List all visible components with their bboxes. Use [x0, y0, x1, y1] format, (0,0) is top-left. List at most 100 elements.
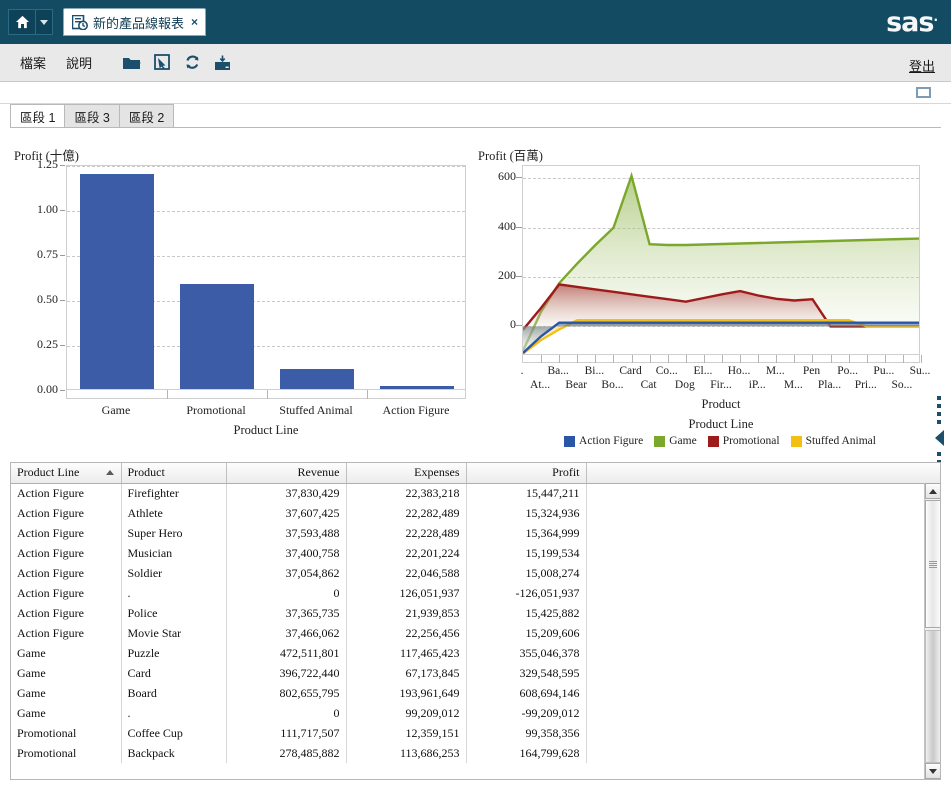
document-tab[interactable]: 新的產品線報表 × [63, 8, 206, 36]
table-header-revenue[interactable]: Revenue [226, 463, 346, 483]
table-row[interactable]: Action FigureMovie Star37,466,06222,256,… [11, 623, 940, 643]
table-row[interactable]: Action FigureSuper Hero37,593,48822,228,… [11, 523, 940, 543]
table-vertical-scrollbar[interactable] [924, 483, 940, 779]
restore-window-icon[interactable] [916, 87, 931, 98]
table-cell-product-line: Action Figure [11, 583, 121, 603]
home-icon [15, 15, 30, 29]
table-row[interactable]: Game.099,209,012-99,209,012 [11, 703, 940, 723]
table-cell-expenses: 113,686,253 [346, 743, 466, 763]
table-row[interactable]: GameCard396,722,44067,173,845329,548,595 [11, 663, 940, 683]
open-folder-button[interactable] [122, 55, 141, 71]
table-cell-profit: -99,209,012 [466, 703, 586, 723]
legend-item-promotional[interactable]: Promotional [708, 435, 780, 447]
table-cell-expenses: 12,359,151 [346, 723, 466, 743]
bar-game[interactable] [80, 174, 154, 389]
bar-chart-x-axis [66, 390, 466, 399]
chevron-down-icon [40, 20, 48, 25]
area-chart-y-axis-title: Profit (百萬) [478, 145, 543, 164]
menu-file[interactable]: 檔案 [20, 53, 46, 72]
collapse-panel-arrow-icon[interactable] [935, 430, 944, 446]
table-cell-product-line: Game [11, 683, 121, 703]
select-arrow-button[interactable] [154, 54, 171, 71]
table-header-label: Expenses [414, 465, 459, 479]
table-row[interactable]: PromotionalCoffee Cup111,717,50712,359,1… [11, 723, 940, 743]
table-cell-product-line: Game [11, 643, 121, 663]
table-cell-expenses: 22,383,218 [346, 483, 466, 503]
table-cell-profit: 99,358,356 [466, 723, 586, 743]
x-tick-label: Su... [898, 365, 942, 377]
y-tick-label: 0.75 [12, 247, 58, 262]
scroll-down-button[interactable] [925, 763, 941, 779]
x-tick [577, 355, 578, 363]
logout-link[interactable]: 登出 [909, 56, 935, 75]
table-header-profit[interactable]: Profit [466, 463, 586, 483]
legend-label: Action Figure [579, 435, 643, 447]
table-cell-product: Card [121, 663, 226, 683]
area-chart-legend-title: Product Line [522, 417, 920, 432]
table-cell-expenses: 21,939,853 [346, 603, 466, 623]
table-row[interactable]: Action FigureSoldier37,054,86222,046,588… [11, 563, 940, 583]
legend-label: Game [669, 435, 696, 447]
refresh-button[interactable] [184, 54, 201, 71]
table-cell-profit: 15,425,882 [466, 603, 586, 623]
table-header-product[interactable]: Product [121, 463, 226, 483]
table-row[interactable]: Action Figure.0126,051,937-126,051,937 [11, 583, 940, 603]
x-tick [632, 355, 633, 363]
table-header-expenses[interactable]: Expenses [346, 463, 466, 483]
legend-item-action-figure[interactable]: Action Figure [564, 435, 643, 447]
table-cell-revenue: 37,054,862 [226, 563, 346, 583]
table-cell-product: Musician [121, 543, 226, 563]
document-tab-title: 新的產品線報表 [93, 13, 184, 32]
section-tab-2[interactable]: 區段 2 [119, 104, 174, 127]
table-cell-product: Puzzle [121, 643, 226, 663]
y-tick [60, 345, 65, 346]
area-chart-plot-area [522, 165, 920, 355]
section-tab-1[interactable]: 區段 1 [10, 104, 65, 127]
menu-help[interactable]: 說明 [66, 53, 92, 72]
area-chart[interactable]: Profit (百萬) 0200400600 .At...Ba...BearBi… [470, 145, 940, 460]
legend-swatch [564, 436, 575, 447]
table-cell-spacer [586, 503, 940, 523]
section-tab-bar: 區段 1 區段 3 區段 2 [10, 104, 941, 128]
x-tick-label: Game [66, 403, 166, 418]
table-row[interactable]: GameBoard802,655,795193,961,649608,694,1… [11, 683, 940, 703]
table-row[interactable]: PromotionalBackpack278,485,882113,686,25… [11, 743, 940, 763]
toolbar [122, 54, 231, 71]
x-tick [831, 355, 832, 363]
scrollbar-thumb[interactable] [925, 500, 941, 628]
bar-chart[interactable]: Profit (十億) 0.000.250.500.751.001.25 Gam… [12, 145, 467, 455]
gridline [67, 166, 465, 167]
table-row[interactable]: Action FigureFirefighter37,830,42922,383… [11, 483, 940, 503]
home-button-group [8, 9, 53, 35]
table-row[interactable]: Action FigurePolice37,365,73521,939,8531… [11, 603, 940, 623]
export-pdf-button[interactable] [214, 55, 231, 71]
bar-stuffed-animal[interactable] [280, 369, 354, 389]
section-tab-3[interactable]: 區段 3 [64, 104, 119, 127]
table-cell-product-line: Promotional [11, 723, 121, 743]
home-dropdown-button[interactable] [36, 9, 53, 35]
table-cell-expenses: 22,282,489 [346, 503, 466, 523]
x-tick [722, 355, 723, 363]
bar-action-figure[interactable] [380, 386, 454, 389]
table-header-product-line[interactable]: Product Line [11, 463, 121, 483]
table-row[interactable]: Action FigureAthlete37,607,42522,282,489… [11, 503, 940, 523]
home-button[interactable] [8, 9, 36, 35]
legend-item-game[interactable]: Game [654, 435, 696, 447]
bar-promotional[interactable] [180, 284, 254, 389]
scroll-up-arrow-icon [929, 489, 937, 494]
table-cell-revenue: 0 [226, 583, 346, 603]
table-cell-revenue: 472,511,801 [226, 643, 346, 663]
table-cell-product-line: Game [11, 703, 121, 723]
table-row[interactable]: GamePuzzle472,511,801117,465,423355,046,… [11, 643, 940, 663]
table-cell-revenue: 0 [226, 703, 346, 723]
table-cell-spacer [586, 643, 940, 663]
table-row[interactable]: Action FigureMusician37,400,75822,201,22… [11, 543, 940, 563]
x-tick [367, 390, 368, 399]
data-table[interactable]: Product LineProductRevenue Expenses Profit… [10, 462, 941, 780]
scroll-up-button[interactable] [925, 483, 941, 499]
area-chart-legend: Action Figure Game Promotional Stuffed Anim… [510, 435, 930, 447]
legend-item-stuffed-animal[interactable]: Stuffed Animal [791, 435, 876, 447]
scrollbar-track[interactable] [925, 630, 941, 763]
close-icon[interactable]: × [191, 16, 198, 28]
y-tick [60, 165, 65, 166]
